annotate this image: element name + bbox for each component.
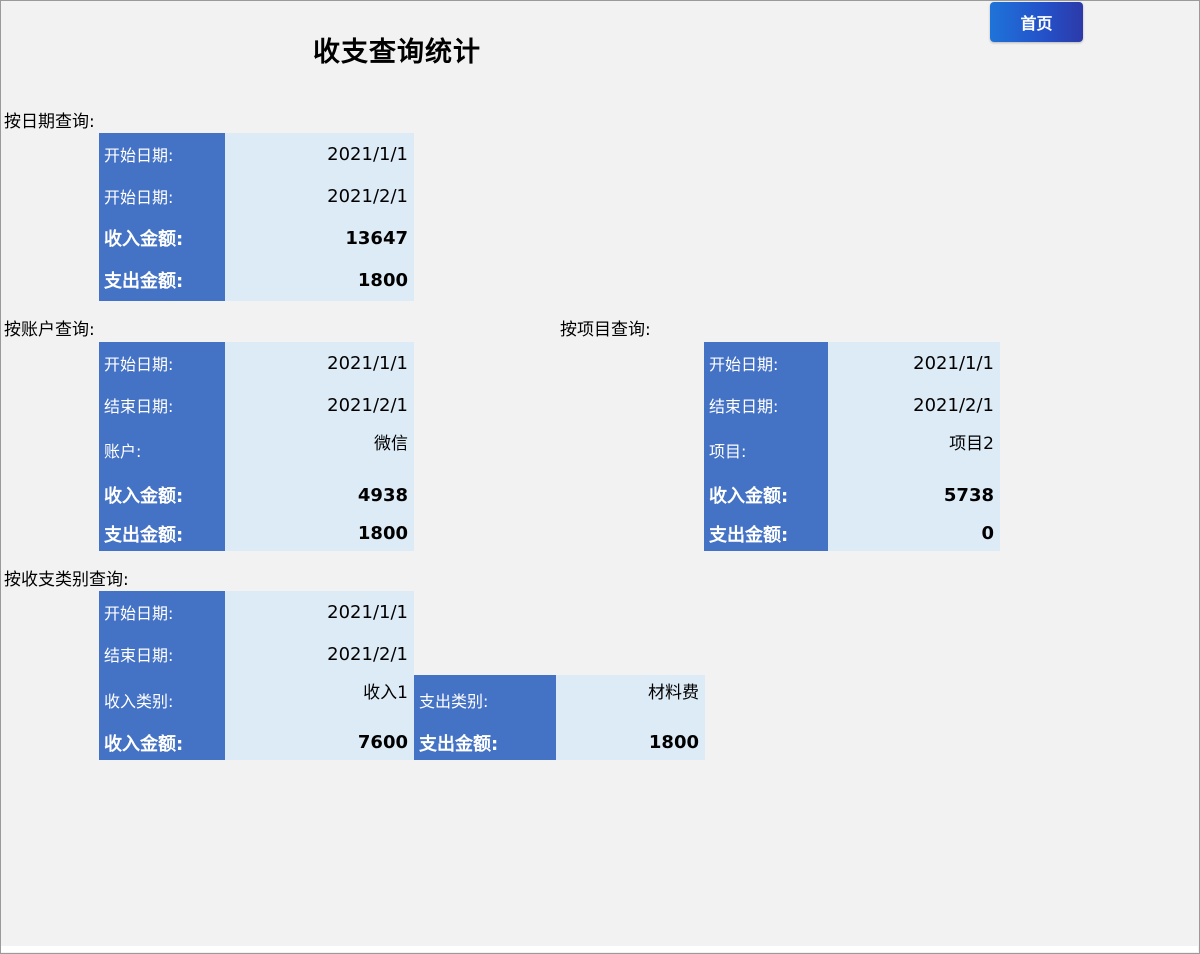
by-date-end-value[interactable]: 2021/2/1 [225, 175, 414, 217]
by-category-start-label: 开始日期: [99, 591, 225, 633]
by-date-expense-label: 支出金额: [99, 259, 225, 301]
by-category-heading: 按收支类别查询: [4, 570, 129, 590]
by-account-account-label: 账户: [99, 426, 225, 474]
by-account-expense-value: 1800 [225, 516, 414, 551]
by-account-start-value[interactable]: 2021/1/1 [225, 342, 414, 384]
by-category-income-cat-label: 收入类别: [99, 675, 225, 725]
by-date-income-label: 收入金额: [99, 217, 225, 259]
by-date-start-value[interactable]: 2021/1/1 [225, 133, 414, 175]
by-category-expense-label: 支出金额: [414, 725, 556, 760]
by-project-project-label: 项目: [704, 426, 828, 474]
by-project-heading: 按项目查询: [560, 320, 651, 340]
by-account-account-value[interactable]: 微信 [225, 426, 414, 474]
by-project-expense-value: 0 [828, 516, 1000, 551]
by-date-heading: 按日期查询: [4, 112, 95, 132]
by-date-start-label: 开始日期: [99, 133, 225, 175]
by-date-end-label: 开始日期: [99, 175, 225, 217]
by-account-end-label: 结束日期: [99, 384, 225, 426]
home-button[interactable]: 首页 [990, 2, 1083, 42]
by-project-income-label: 收入金额: [704, 474, 828, 516]
by-project-start-label: 开始日期: [704, 342, 828, 384]
by-category-income-cat-value[interactable]: 收入1 [225, 675, 414, 725]
by-account-end-value[interactable]: 2021/2/1 [225, 384, 414, 426]
by-account-income-value: 4938 [225, 474, 414, 516]
by-project-end-value[interactable]: 2021/2/1 [828, 384, 1000, 426]
by-category-income-label: 收入金额: [99, 725, 225, 760]
by-account-income-label: 收入金额: [99, 474, 225, 516]
by-category-end-value[interactable]: 2021/2/1 [225, 633, 414, 675]
by-account-start-label: 开始日期: [99, 342, 225, 384]
by-project-start-value[interactable]: 2021/1/1 [828, 342, 1000, 384]
by-project-project-value[interactable]: 项目2 [828, 426, 1000, 474]
by-category-expense-value: 1800 [556, 725, 705, 760]
by-category-start-value[interactable]: 2021/1/1 [225, 591, 414, 633]
by-category-expense-cat-label: 支出类别: [414, 675, 556, 725]
by-account-heading: 按账户查询: [4, 320, 95, 340]
by-category-expense-cat-value[interactable]: 材料费 [556, 675, 705, 725]
by-project-income-value: 5738 [828, 474, 1000, 516]
by-category-income-value: 7600 [225, 725, 414, 760]
by-date-income-value: 13647 [225, 217, 414, 259]
page-title: 收支查询统计 [313, 37, 481, 68]
by-date-expense-value: 1800 [225, 259, 414, 301]
bottom-strip [1, 946, 1198, 952]
by-account-expense-label: 支出金额: [99, 516, 225, 551]
by-project-expense-label: 支出金额: [704, 516, 828, 551]
by-project-end-label: 结束日期: [704, 384, 828, 426]
by-category-end-label: 结束日期: [99, 633, 225, 675]
